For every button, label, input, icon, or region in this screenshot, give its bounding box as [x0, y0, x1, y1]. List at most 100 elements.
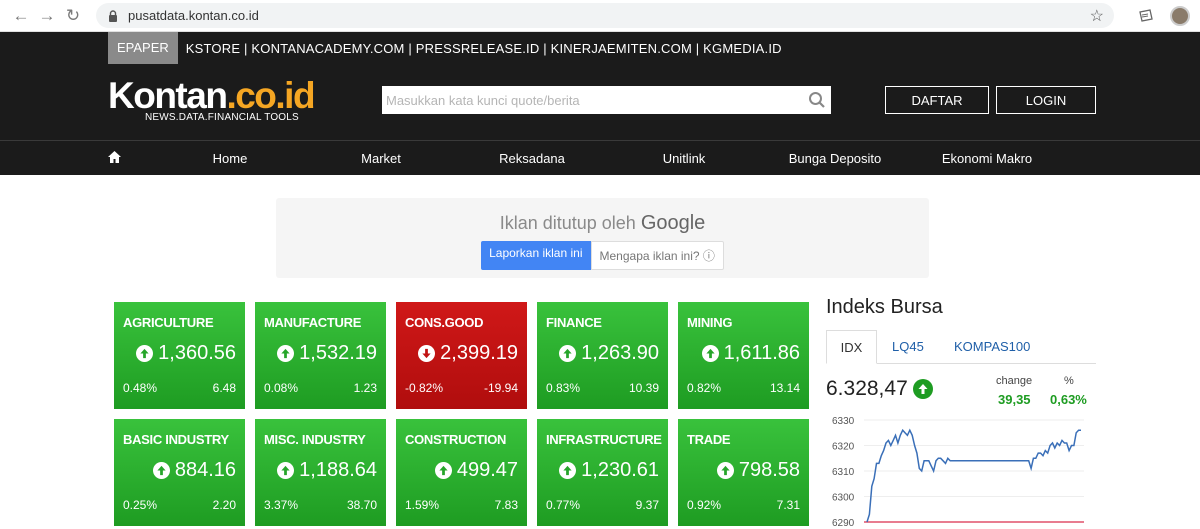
logo-tagline: NEWS.DATA.FINANCIAL TOOLS	[145, 112, 299, 123]
forward-icon[interactable]: →	[34, 3, 60, 29]
tab-kompas100[interactable]: KOMPAS100	[954, 330, 1030, 364]
site-logo[interactable]: Kontan.co.id NEWS.DATA.FINANCIAL TOOLS	[108, 75, 316, 123]
sector-percent: 0.77%	[546, 498, 581, 512]
sector-name: FINANCE	[546, 315, 602, 330]
sector-value-text: 1,263.90	[581, 342, 659, 364]
lock-icon	[109, 9, 117, 22]
ad-closed-box: Iklan ditutup oleh Google Laporkan iklan…	[276, 198, 929, 278]
ad-closed-text: Iklan ditutup oleh	[499, 213, 636, 233]
google-brand: Google	[640, 212, 706, 234]
sector-value-text: 1,230.61	[581, 459, 659, 481]
arrow-down-icon	[418, 345, 436, 362]
sector-value-text: 499.47	[456, 459, 518, 481]
pct-label: %	[1064, 375, 1074, 387]
sector-value: 1,230.61	[559, 459, 659, 482]
register-button[interactable]: DAFTAR	[885, 86, 989, 114]
nav-bunga-deposito[interactable]: Bunga Deposito	[789, 151, 882, 166]
index-value-text: 6.328,47	[826, 377, 908, 400]
report-ad-button[interactable]: Laporkan iklan ini	[481, 241, 591, 270]
profile-avatar[interactable]	[1170, 5, 1190, 26]
sector-value-text: 1,188.64	[299, 459, 377, 481]
sector-change: 6.48	[212, 381, 236, 395]
sector-name: AGRICULTURE	[123, 315, 214, 330]
index-pct: 0,63%	[1050, 392, 1087, 407]
sector-tile-construction[interactable]: CONSTRUCTION 499.47 1.59% 7.83	[396, 419, 527, 526]
sector-percent: 0.82%	[687, 381, 722, 395]
sector-tile-agriculture[interactable]: AGRICULTURE 1,360.56 0.48% 6.48	[114, 302, 245, 409]
sector-value: 1,532.19	[277, 342, 377, 365]
sector-value: 1,188.64	[277, 459, 377, 482]
login-button[interactable]: LOGIN	[996, 86, 1096, 114]
sector-tile-cons-good[interactable]: CONS.GOOD 2,399.19 -0.82% -19.94	[396, 302, 527, 409]
nav-reksadana[interactable]: Reksadana	[499, 151, 565, 166]
epaper-link[interactable]: EPAPER	[108, 32, 178, 64]
arrow-up-icon	[277, 462, 295, 479]
home-icon[interactable]	[108, 151, 121, 163]
index-value: 6.328,47	[826, 377, 933, 401]
sector-tile-manufacture[interactable]: MANUFACTURE 1,532.19 0.08% 1.23	[255, 302, 386, 409]
arrow-up-icon	[152, 462, 170, 479]
sector-tile-infrastructure[interactable]: INFRASTRUCTURE 1,230.61 0.77% 9.37	[537, 419, 668, 526]
sector-name: MANUFACTURE	[264, 315, 362, 330]
sector-name: MISC. INDUSTRY	[264, 432, 366, 447]
sector-tile-trade[interactable]: TRADE 798.58 0.92% 7.31	[678, 419, 809, 526]
sector-value: 798.58	[716, 459, 800, 482]
sector-percent: 3.37%	[264, 498, 299, 512]
sector-tile-misc-industry[interactable]: MISC. INDUSTRY 1,188.64 3.37% 38.70	[255, 419, 386, 526]
url-text: pusatdata.kontan.co.id	[128, 8, 259, 23]
address-bar[interactable]: pusatdata.kontan.co.id ☆	[96, 3, 1114, 28]
sector-change: 9.37	[635, 498, 659, 512]
series-line	[866, 428, 1081, 523]
search-input[interactable]	[382, 87, 803, 113]
sector-percent: 0.08%	[264, 381, 299, 395]
sector-name: MINING	[687, 315, 733, 330]
sector-tile-finance[interactable]: FINANCE 1,263.90 0.83% 10.39	[537, 302, 668, 409]
logo-accent-text: .co.id	[226, 75, 315, 116]
site-header: Kontan.co.id NEWS.DATA.FINANCIAL TOOLS D…	[0, 64, 1200, 141]
arrow-up-icon	[559, 345, 577, 362]
tab-idx[interactable]: IDX	[826, 330, 877, 364]
sector-value: 2,399.19	[418, 342, 518, 365]
sector-percent: 0.48%	[123, 381, 158, 395]
nav-unitlink[interactable]: Unitlink	[663, 151, 706, 166]
nav-home[interactable]: Home	[213, 151, 248, 166]
arrow-up-icon	[701, 345, 719, 362]
index-panel-title: Indeks Bursa	[826, 296, 943, 318]
nav-ekonomi-makro[interactable]: Ekonomi Makro	[942, 151, 1032, 166]
index-change: 39,35	[998, 392, 1031, 407]
reload-icon[interactable]: ↻	[60, 3, 86, 29]
y-tick-label: 6300	[832, 493, 855, 504]
bookmark-star-icon[interactable]: ☆	[1090, 6, 1104, 26]
back-icon[interactable]: ←	[8, 3, 34, 29]
why-ad-button[interactable]: Mengapa iklan ini? ⓘ	[590, 241, 724, 270]
search-box	[382, 86, 831, 114]
index-tabs: IDX LQ45 KOMPAS100	[826, 330, 1096, 364]
nav-market[interactable]: Market	[361, 151, 401, 166]
top-links-bar: EPAPER KSTORE | KONTANACADEMY.COM | PRES…	[0, 32, 1200, 64]
browser-toolbar: ← → ↻ pusatdata.kontan.co.id ☆	[0, 0, 1200, 32]
search-icon[interactable]	[803, 91, 831, 109]
sector-value: 884.16	[152, 459, 236, 482]
extension-icon[interactable]	[1134, 4, 1158, 28]
sector-change: 13.14	[769, 381, 800, 395]
sector-tile-basic-industry[interactable]: BASIC INDUSTRY 884.16 0.25% 2.20	[114, 419, 245, 526]
arrow-up-icon	[559, 462, 577, 479]
partner-links[interactable]: KSTORE | KONTANACADEMY.COM | PRESSRELEAS…	[186, 41, 782, 56]
sector-value: 499.47	[434, 459, 518, 482]
arrow-up-icon	[912, 379, 933, 399]
sector-tile-mining[interactable]: MINING 1,611.86 0.82% 13.14	[678, 302, 809, 409]
sector-change: 7.83	[494, 498, 518, 512]
y-tick-label: 6290	[832, 518, 855, 529]
sector-name: INFRASTRUCTURE	[546, 432, 662, 447]
tab-lq45[interactable]: LQ45	[892, 330, 924, 364]
sector-change: 38.70	[346, 498, 377, 512]
arrow-up-icon	[434, 462, 452, 479]
sector-change: -19.94	[483, 381, 518, 395]
sector-value-text: 1,611.86	[723, 342, 800, 364]
sector-name: CONS.GOOD	[405, 315, 484, 330]
sector-value-text: 1,360.56	[158, 342, 236, 364]
sector-name: BASIC INDUSTRY	[123, 432, 229, 447]
sector-change: 10.39	[628, 381, 659, 395]
sector-change: 1.23	[353, 381, 377, 395]
sector-change: 2.20	[212, 498, 236, 512]
